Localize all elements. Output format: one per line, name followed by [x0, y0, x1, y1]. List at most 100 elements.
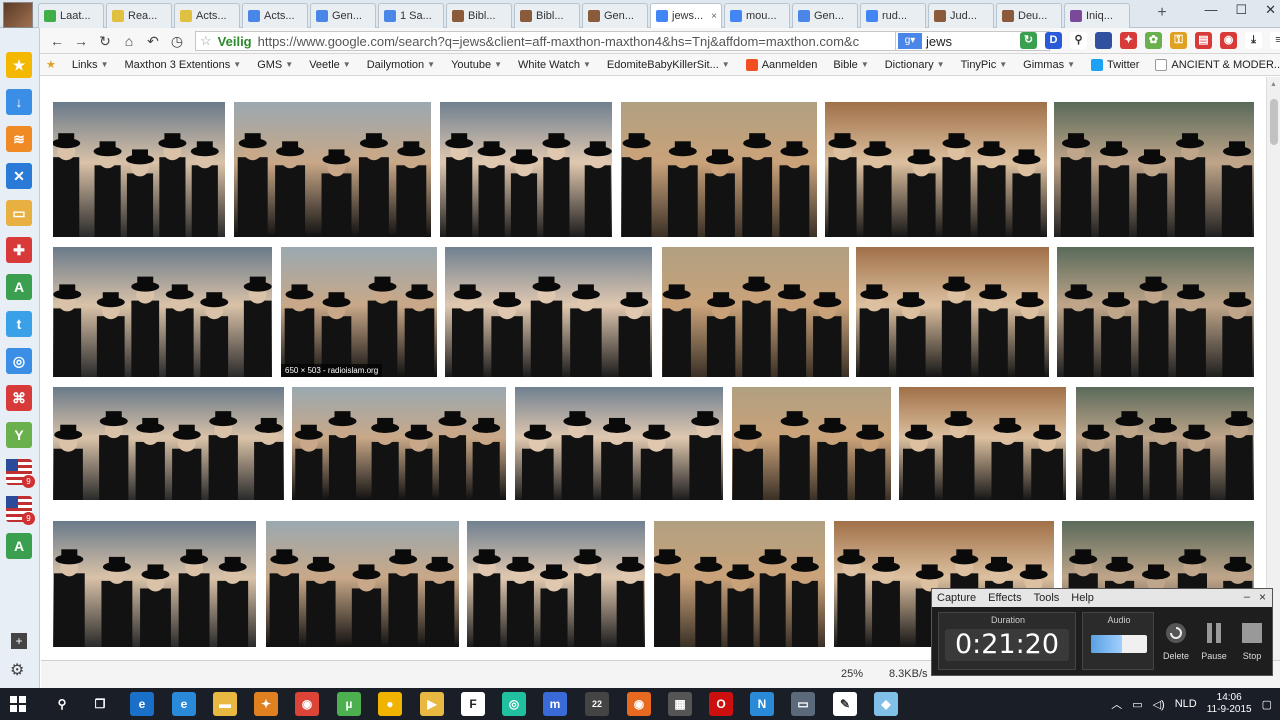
notifications-icon[interactable]: ▢	[1262, 698, 1272, 711]
browser-tab[interactable]: rud...	[860, 3, 926, 28]
browser-tab[interactable]: Bibl...	[514, 3, 580, 28]
opera-icon[interactable]: O	[709, 692, 733, 716]
rss-icon[interactable]: ≋	[6, 126, 32, 152]
ext-notify-icon[interactable]: ◉	[1220, 32, 1237, 49]
image-result-thumbnail[interactable]	[53, 521, 256, 647]
search-icon[interactable]: ⚲	[50, 692, 74, 716]
recorder-menu-item[interactable]: Tools	[1034, 592, 1060, 604]
app-tool-icon[interactable]: ✎	[833, 692, 857, 716]
app-orange-icon[interactable]: ✦	[254, 692, 278, 716]
stop-button[interactable]: Stop	[1232, 621, 1272, 661]
twitter-icon[interactable]: t	[6, 311, 32, 337]
audio-level-slider[interactable]	[1091, 635, 1147, 653]
volume-icon[interactable]: ◁)	[1153, 698, 1165, 711]
flag-us-icon[interactable]	[1095, 32, 1112, 49]
y-icon[interactable]: Y	[6, 422, 32, 448]
ext-green-icon[interactable]: ↻	[1020, 32, 1037, 49]
new-tab-button[interactable]: +	[1153, 4, 1171, 22]
forward-icon[interactable]: →	[72, 32, 90, 50]
bookmark-item[interactable]: EdomiteBabyKillerSit... ▼	[607, 59, 730, 71]
download-icon[interactable]: ⤓	[1245, 32, 1262, 49]
games-icon[interactable]: ✚	[6, 237, 32, 263]
bookmark-item[interactable]: Veetle ▼	[309, 59, 351, 71]
file-explorer-icon[interactable]: ▬	[213, 692, 237, 716]
image-result-thumbnail[interactable]	[467, 521, 645, 647]
browser-tab[interactable]: Gen...	[582, 3, 648, 28]
browser-tab[interactable]: jews... ×	[650, 3, 722, 28]
bookmark-item[interactable]: Bible ▼	[833, 59, 868, 71]
image-result-thumbnail[interactable]	[440, 102, 612, 237]
media-player-icon[interactable]: ▶	[420, 692, 444, 716]
browser-tab[interactable]: Bibl...	[446, 3, 512, 28]
recorder-menu-item[interactable]: Effects	[988, 592, 1021, 604]
calculator-icon[interactable]: ▦	[668, 692, 692, 716]
bookmark-item[interactable]: Dailymotion ▼	[367, 59, 435, 71]
delete-button[interactable]: Delete	[1156, 621, 1196, 661]
image-result-thumbnail[interactable]	[621, 102, 817, 237]
close-icon[interactable]: ×	[1259, 590, 1266, 604]
browser-tab[interactable]: Iniq...	[1064, 3, 1130, 28]
bookmark-item[interactable]: Maxthon 3 Extentions ▼	[124, 59, 241, 71]
close-icon[interactable]: ✕	[1265, 2, 1276, 18]
history-icon[interactable]: ◷	[168, 32, 186, 50]
bookmark-item[interactable]: Links ▼	[72, 59, 109, 71]
minimize-icon[interactable]: —	[1204, 2, 1217, 18]
image-result-thumbnail[interactable]	[53, 387, 284, 500]
ie-icon[interactable]: e	[172, 692, 196, 716]
browser-tab[interactable]: Deu...	[996, 3, 1062, 28]
app-blue-icon[interactable]: ◆	[874, 692, 898, 716]
back-icon[interactable]: ←	[48, 32, 66, 50]
menu-icon[interactable]: ≡	[1270, 32, 1280, 49]
notes-icon[interactable]: ▭	[6, 200, 32, 226]
home-icon[interactable]: ⌂	[120, 32, 138, 50]
calendar-icon[interactable]: 22	[585, 692, 609, 716]
pdf-icon[interactable]: ⌘	[6, 385, 32, 411]
user-avatar[interactable]	[3, 2, 33, 28]
maxthon-icon[interactable]: m	[543, 692, 567, 716]
gear-icon[interactable]: ⚙	[10, 660, 24, 680]
key-icon[interactable]: ⚿	[1170, 32, 1187, 49]
browser-tab[interactable]: Rea...	[106, 3, 172, 28]
maximize-icon[interactable]: ☐	[1235, 2, 1247, 18]
browser-tab[interactable]: Laat...	[38, 3, 104, 28]
network-icon[interactable]: ▭	[1132, 698, 1142, 711]
browser-tab[interactable]: Gen...	[792, 3, 858, 28]
recorder-menu-item[interactable]: Capture	[937, 592, 976, 604]
clock[interactable]: 14:06 11-9-2015	[1207, 692, 1252, 716]
undo-icon[interactable]: ↶	[144, 32, 162, 50]
task-view-icon[interactable]: ❐	[88, 692, 112, 716]
edge-icon[interactable]: e	[130, 692, 154, 716]
image-result-thumbnail[interactable]	[445, 247, 652, 377]
bookmark-item[interactable]: Twitter	[1091, 58, 1139, 71]
image-result-thumbnail[interactable]	[266, 521, 459, 647]
bookmark-item[interactable]: TinyPic ▼	[961, 59, 1008, 71]
bookmark-item[interactable]: GMS ▼	[257, 59, 293, 71]
utorrent-icon[interactable]: µ	[337, 692, 361, 716]
image-result-thumbnail[interactable]	[515, 387, 723, 500]
recorder-menu-item[interactable]: Help	[1071, 592, 1094, 604]
browser-tab[interactable]: Acts...	[174, 3, 240, 28]
image-result-thumbnail[interactable]	[662, 247, 849, 377]
download-icon[interactable]: ↓	[6, 89, 32, 115]
bookmark-item[interactable]: White Watch ▼	[518, 59, 591, 71]
image-result-thumbnail[interactable]	[1057, 247, 1254, 377]
browser-tab[interactable]: Jud...	[928, 3, 994, 28]
app-teal-icon[interactable]: ◎	[502, 692, 526, 716]
image-result-thumbnail[interactable]	[234, 102, 431, 237]
image-result-thumbnail[interactable]	[53, 247, 272, 377]
close-tab-icon[interactable]: ×	[711, 11, 717, 22]
windows-start-icon[interactable]	[10, 696, 26, 712]
image-result-thumbnail[interactable]	[654, 521, 825, 647]
zoom-level[interactable]: 25%	[841, 668, 863, 680]
ext-inbox-icon[interactable]: ▤	[1195, 32, 1212, 49]
bookmark-item[interactable]: Youtube ▼	[451, 59, 502, 71]
firefox-icon[interactable]: ◉	[627, 692, 651, 716]
app-gray-icon[interactable]: ▭	[791, 692, 815, 716]
browser-tab[interactable]: 1 Sa...	[378, 3, 444, 28]
image-result-thumbnail[interactable]	[1076, 387, 1254, 500]
app-f-icon[interactable]: F	[461, 692, 485, 716]
image-result-thumbnail[interactable]	[732, 387, 891, 500]
image-result-thumbnail[interactable]	[292, 387, 506, 500]
bookmark-item[interactable]: Dictionary ▼	[885, 59, 945, 71]
browser-tab[interactable]: mou...	[724, 3, 790, 28]
